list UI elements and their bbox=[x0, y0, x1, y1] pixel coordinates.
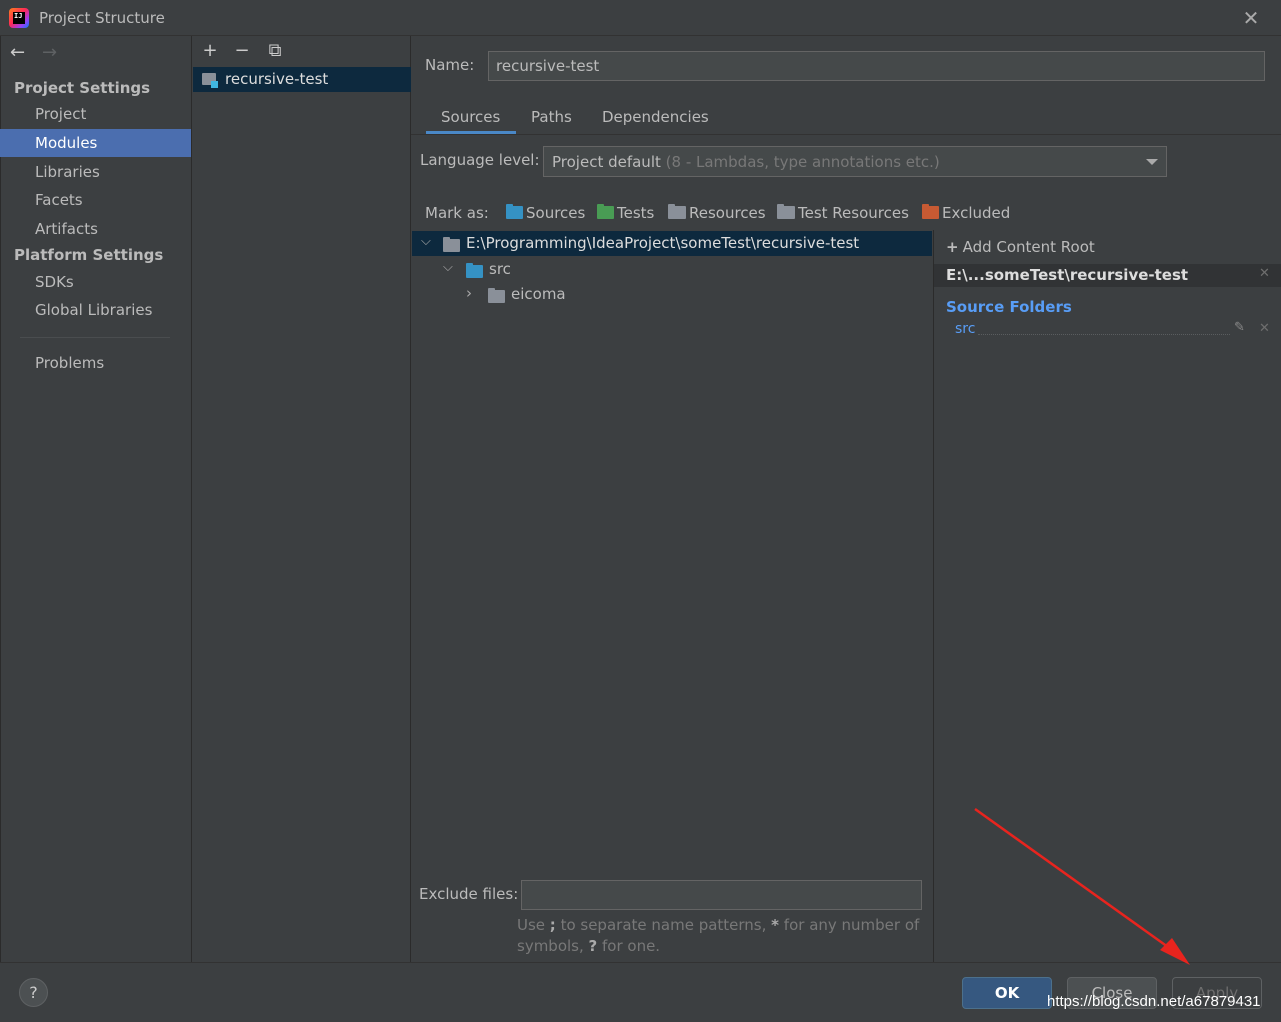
chevron-down-icon bbox=[1146, 159, 1158, 165]
forward-arrow-icon[interactable]: → bbox=[42, 42, 57, 63]
module-list-item[interactable]: recursive-test bbox=[193, 67, 411, 92]
watermark-url: https://blog.csdn.net/a67879431 bbox=[1047, 993, 1261, 1010]
mark-sources-label: Sources bbox=[526, 204, 586, 222]
sidebar-item-modules[interactable]: Modules bbox=[0, 129, 191, 157]
exclude-hint-line-2: symbols, ? for one. bbox=[517, 937, 661, 955]
close-window-icon[interactable]: ✕ bbox=[1240, 7, 1262, 29]
exclude-hint-line-1: Use ; to separate name patterns, * for a… bbox=[517, 916, 920, 934]
add-content-root-label: Add Content Root bbox=[962, 238, 1095, 256]
back-arrow-icon[interactable]: ← bbox=[10, 42, 25, 63]
module-name-input[interactable] bbox=[488, 51, 1265, 81]
remove-source-folder-icon[interactable]: ✕ bbox=[1259, 321, 1270, 336]
tab-dependencies[interactable]: Dependencies bbox=[602, 108, 709, 126]
mark-tests-button[interactable]: Tests bbox=[597, 204, 654, 222]
mark-test-resources-label: Test Resources bbox=[798, 204, 909, 222]
exclude-files-label: Exclude files: bbox=[419, 885, 519, 903]
sidebar-item-global-libraries[interactable]: Global Libraries bbox=[0, 296, 191, 324]
source-tree bbox=[412, 230, 932, 875]
add-content-root-button[interactable]: + Add Content Root bbox=[946, 238, 1095, 256]
mark-excluded-button[interactable]: Excluded bbox=[922, 204, 1010, 222]
tab-bar-divider bbox=[411, 134, 1281, 135]
project-settings-heading: Project Settings bbox=[14, 79, 151, 97]
chevron-down-icon[interactable]: ⌵ bbox=[443, 260, 453, 275]
platform-settings-heading: Platform Settings bbox=[14, 246, 164, 264]
remove-content-root-icon[interactable]: ✕ bbox=[1259, 266, 1270, 281]
tab-paths[interactable]: Paths bbox=[531, 108, 572, 126]
tree-item-label: eicoma bbox=[511, 285, 566, 303]
module-list-panel bbox=[193, 36, 411, 962]
help-button[interactable]: ? bbox=[19, 978, 48, 1007]
sidebar-item-artifacts[interactable]: Artifacts bbox=[0, 215, 191, 243]
mark-resources-label: Resources bbox=[689, 204, 766, 222]
plus-icon: + bbox=[946, 238, 959, 256]
language-level-dropdown[interactable]: Project default (8 - Lambdas, type annot… bbox=[543, 146, 1167, 177]
mark-tests-label: Tests bbox=[617, 204, 655, 222]
content-root-folder-icon bbox=[443, 237, 460, 252]
exclude-files-input[interactable] bbox=[521, 880, 922, 910]
edit-pencil-icon[interactable]: ✎ bbox=[1234, 320, 1245, 335]
source-folders-heading: Source Folders bbox=[946, 298, 1072, 316]
red-arrow-annotation bbox=[974, 807, 1190, 965]
language-level-value: Project default bbox=[552, 153, 661, 171]
name-label: Name: bbox=[425, 56, 475, 74]
arrow-shaft bbox=[974, 807, 1176, 954]
tree-item-label: src bbox=[489, 260, 511, 278]
language-level-hint: (8 - Lambdas, type annotations etc.) bbox=[665, 153, 940, 171]
chevron-down-icon[interactable]: ⌵ bbox=[421, 234, 431, 249]
ok-button[interactable]: OK bbox=[962, 977, 1052, 1009]
package-folder-icon bbox=[488, 288, 505, 303]
source-folder-leader bbox=[978, 334, 1230, 335]
sidebar-item-project[interactable]: Project bbox=[0, 100, 191, 128]
mark-as-label: Mark as: bbox=[425, 204, 489, 222]
sidebar-item-facets[interactable]: Facets bbox=[0, 186, 191, 214]
sidebar-divider bbox=[20, 337, 170, 338]
tree-row-src[interactable]: ⌵ src bbox=[412, 257, 932, 281]
sidebar-item-sdks[interactable]: SDKs bbox=[0, 268, 191, 296]
tree-row-eicoma[interactable]: › eicoma bbox=[412, 282, 932, 306]
source-folder-item[interactable]: src bbox=[955, 321, 975, 337]
module-list-item-label: recursive-test bbox=[225, 70, 329, 88]
tab-sources[interactable]: Sources bbox=[441, 108, 500, 126]
test-resources-folder-icon bbox=[777, 204, 795, 219]
tree-root-row[interactable]: ⌵ E:\Programming\IdeaProject\someTest\re… bbox=[412, 231, 932, 256]
content-root-path: E:\...someTest\recursive-test bbox=[946, 266, 1189, 284]
title-bar bbox=[0, 0, 1281, 36]
excluded-folder-icon bbox=[922, 204, 939, 219]
active-tab-indicator bbox=[426, 131, 516, 134]
arrow-head bbox=[1160, 938, 1190, 965]
sidebar-item-problems[interactable]: Problems bbox=[0, 349, 191, 377]
tree-root-path: E:\Programming\IdeaProject\someTest\recu… bbox=[466, 234, 860, 252]
resources-folder-icon bbox=[668, 204, 686, 219]
mark-test-resources-button[interactable]: Test Resources bbox=[777, 204, 909, 222]
module-folder-icon bbox=[202, 73, 218, 88]
intellij-logo-icon: IJ bbox=[9, 8, 29, 28]
remove-module-icon[interactable]: − bbox=[232, 40, 252, 61]
language-level-label: Language level: bbox=[420, 151, 540, 169]
mark-resources-button[interactable]: Resources bbox=[668, 204, 766, 222]
src-folder-icon bbox=[466, 263, 483, 278]
add-module-icon[interactable]: + bbox=[200, 40, 220, 61]
tests-folder-icon bbox=[597, 204, 614, 219]
window-title: Project Structure bbox=[39, 9, 165, 27]
chevron-right-icon[interactable]: › bbox=[466, 284, 472, 302]
sources-folder-icon bbox=[506, 204, 523, 219]
sidebar-item-libraries[interactable]: Libraries bbox=[0, 158, 191, 186]
mark-excluded-label: Excluded bbox=[942, 204, 1011, 222]
mark-sources-button[interactable]: Sources bbox=[506, 204, 585, 222]
copy-module-icon[interactable]: ⧉ bbox=[265, 40, 285, 61]
